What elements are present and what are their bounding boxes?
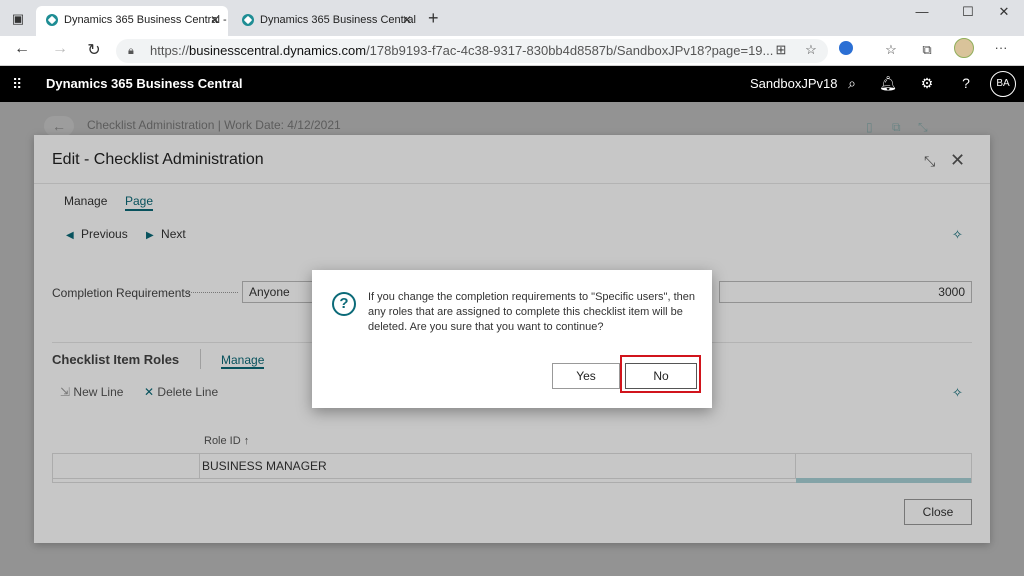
profile-icon[interactable] [954,38,974,58]
app-header: ⠿ Dynamics 365 Business Central SandboxJ… [0,66,1024,102]
close-icon[interactable]: ✕ [402,6,412,34]
browser-tab-bar: ▣ Dynamics 365 Business Central - ✕ Dyna… [0,0,1024,36]
highlight-box [620,355,701,393]
user-avatar[interactable]: BA [990,71,1016,97]
tab-title: Dynamics 365 Business Central - [64,14,227,26]
edge-icon[interactable] [839,41,853,55]
app-launcher-icon[interactable]: ⠿ [12,76,22,93]
business-central-favicon-icon [242,14,254,26]
new-tab-icon[interactable]: + [428,8,439,29]
confirm-dialog: ? If you change the completion requireme… [312,270,712,408]
yes-button[interactable]: Yes [552,363,620,389]
collections-icon[interactable]: ⧉ [918,42,936,58]
back-icon[interactable]: ← [12,40,32,58]
maximize-icon[interactable]: ☐ [958,4,978,20]
url-prefix: https:// [150,43,190,58]
forward-icon[interactable]: → [50,40,70,58]
tab-title: Dynamics 365 Business Central [260,14,416,26]
url-path: /178b9193-f7ac-4c38-9317-830bb4d8587b/Sa… [366,43,774,58]
close-icon[interactable]: ✕ [210,6,220,34]
favorite-icon[interactable]: ☆ [802,42,820,58]
minimize-icon[interactable]: — [912,4,932,19]
more-icon[interactable]: ··· [992,40,1010,55]
browser-tab-1[interactable]: Dynamics 365 Business Central - ✕ [36,6,228,36]
window-close-icon[interactable]: ✕ [994,4,1014,20]
url-host: businesscentral.dynamics.com [189,43,367,58]
business-central-favicon-icon [46,14,58,26]
environment-name: SandboxJPv18 [750,76,838,91]
favorites-icon[interactable]: ☆ [882,42,900,58]
address-bar: ← → ↻ 🔒︎ https://businesscentral.dynamic… [0,36,1024,66]
gear-icon[interactable]: ⚙ [917,75,937,92]
question-icon: ? [332,292,356,316]
bell-icon[interactable]: 🔔︎ [878,75,898,92]
tab-menu-icon[interactable]: ▣ [8,9,28,29]
url-field[interactable]: 🔒︎ https://businesscentral.dynamics.com/… [116,39,828,63]
app-title: Dynamics 365 Business Central [46,76,243,91]
dialog-message: If you change the completion requirement… [368,291,695,333]
lock-icon: 🔒︎ [128,45,134,57]
search-icon[interactable]: ⌕ [842,75,862,92]
refresh-icon[interactable]: ↻ [84,40,104,60]
browser-tab-2[interactable]: Dynamics 365 Business Central ✕ [232,6,420,36]
reader-icon[interactable]: ⊞ [772,42,790,58]
help-icon[interactable]: ? [956,75,976,91]
